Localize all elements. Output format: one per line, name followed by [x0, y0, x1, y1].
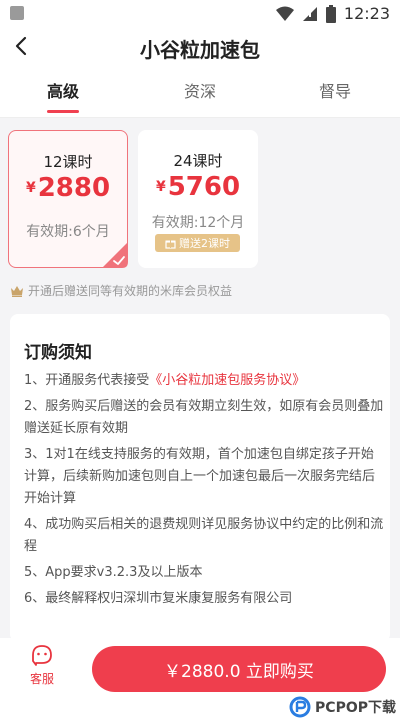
- currency-symbol: ¥: [155, 179, 166, 195]
- gift-icon: [165, 240, 176, 249]
- gift-label: 赠送2课时: [179, 237, 230, 250]
- tab-advanced[interactable]: 高级: [23, 78, 103, 102]
- notice-item: 2、服务购买后赠送的会员有效期立刻生效，如原有会员则叠加赠送延长原有效期: [24, 399, 384, 436]
- member-note-text: 开通后赠送同等有效期的米库会员权益: [28, 284, 233, 298]
- tab-indicator: [47, 110, 79, 113]
- customer-service-button[interactable]: 客服: [18, 644, 66, 687]
- package-validity: 有效期:12个月: [151, 215, 245, 231]
- watermark-text: PCPOP下载: [315, 700, 396, 716]
- agreement-link[interactable]: 《小谷粒加速包服务协议》: [149, 373, 305, 388]
- watermark: PCPOP下载: [289, 696, 396, 718]
- crown-icon: [11, 285, 23, 297]
- battery-icon: [325, 4, 336, 23]
- price-value: 2880: [37, 173, 111, 203]
- package-card-12[interactable]: 12课时 ¥2880 有效期:6个月: [8, 130, 128, 268]
- notice-item: 1、开通服务代表接受《小谷粒加速包服务协议》: [24, 370, 386, 392]
- watermark-logo-icon: [289, 696, 311, 718]
- header: 小谷粒加速包: [0, 28, 400, 66]
- notice-item: 3、1对1在线支持服务的有效期，首个加速包自绑定孩子开始计算，后续新购加速包则自…: [24, 447, 376, 506]
- buy-now-button[interactable]: ￥2880.0 立即购买: [92, 646, 386, 692]
- tab-senior[interactable]: 资深: [160, 78, 240, 102]
- gift-badge: 赠送2课时: [155, 234, 240, 252]
- package-price: ¥5760: [138, 172, 258, 202]
- notice-list: 1、开通服务代表接受《小谷粒加速包服务协议》 2、服务购买后赠送的会员有效期立刻…: [24, 370, 386, 614]
- package-hours: 12课时: [43, 153, 93, 171]
- check-icon: [102, 242, 128, 268]
- page-title: 小谷粒加速包: [140, 38, 260, 62]
- notification-icon: [10, 6, 24, 20]
- price-value: 5760: [167, 172, 241, 202]
- service-label: 客服: [29, 672, 54, 686]
- wifi-icon: [275, 6, 294, 21]
- status-time: 12:23: [343, 4, 390, 23]
- notice-item-text: 1、开通服务代表接受: [24, 373, 150, 388]
- status-bar: 12:23: [0, 0, 400, 28]
- level-tabs: 高级 资深 督导: [0, 66, 400, 118]
- package-section: 12课时 ¥2880 有效期:6个月 24课时 ¥5760 有效期:12个月 赠…: [0, 118, 400, 303]
- purchase-notice: 订购须知 1、开通服务代表接受《小谷粒加速包服务协议》 2、服务购买后赠送的会员…: [10, 314, 390, 642]
- package-price: ¥2880: [9, 173, 127, 203]
- tab-supervisor[interactable]: 督导: [295, 78, 375, 102]
- currency-symbol: ¥: [25, 180, 36, 196]
- notice-item: 4、成功购买后相关的退费规则详见服务协议中约定的比例和流程: [24, 517, 384, 554]
- status-icons: 12:23: [275, 4, 390, 23]
- notice-item: 6、最终解释权归深圳市复米康复服务有限公司: [24, 591, 293, 606]
- member-note: 开通后赠送同等有效期的米库会员权益: [10, 282, 232, 299]
- service-icon: [32, 645, 52, 666]
- package-validity: 有效期:6个月: [26, 224, 110, 240]
- notice-title: 订购须知: [24, 343, 92, 363]
- package-hours: 24课时: [173, 152, 223, 170]
- package-card-24[interactable]: 24课时 ¥5760 有效期:12个月 赠送2课时: [138, 130, 258, 268]
- signal-icon: [302, 6, 317, 21]
- notice-item: 5、App要求v3.2.3及以上版本: [24, 565, 203, 580]
